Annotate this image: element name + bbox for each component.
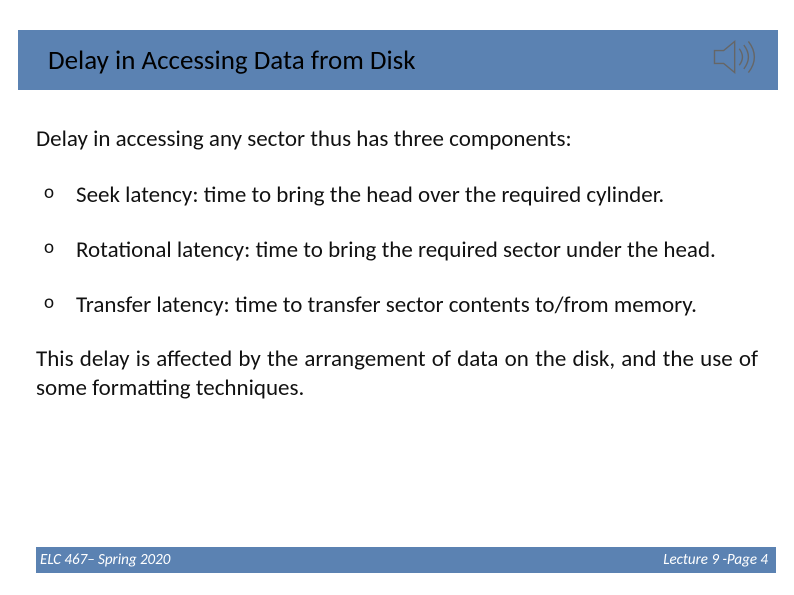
list-item: o Rotational latency: time to bring the … <box>36 236 758 265</box>
slide-title: Delay in Accessing Data from Disk <box>48 44 416 77</box>
slide: Delay in Accessing Data from Disk Delay … <box>0 0 794 595</box>
footer-right: Lecture 9 -Page 4 <box>663 551 768 569</box>
footer-left: ELC 467– Spring 2020 <box>40 551 170 569</box>
bullet-text: Rotational latency: time to bring the re… <box>76 236 716 264</box>
footer-bar: ELC 467– Spring 2020 Lecture 9 -Page 4 <box>36 547 776 573</box>
bullet-marker: o <box>44 291 54 315</box>
bullet-list: o Seek latency: time to bring the head o… <box>36 181 758 319</box>
title-bar: Delay in Accessing Data from Disk <box>18 30 778 90</box>
slide-content: Delay in accessing any sector thus has t… <box>36 125 758 403</box>
speaker-icon[interactable] <box>709 32 764 82</box>
list-item: o Transfer latency: time to transfer sec… <box>36 291 758 320</box>
bullet-text: Transfer latency: time to transfer secto… <box>76 291 697 319</box>
bullet-marker: o <box>44 236 54 260</box>
list-item: o Seek latency: time to bring the head o… <box>36 181 758 210</box>
bullet-text: Seek latency: time to bring the head ove… <box>76 181 664 209</box>
bullet-marker: o <box>44 181 54 205</box>
intro-text: Delay in accessing any sector thus has t… <box>36 125 758 153</box>
outro-text: This delay is affected by the arrangemen… <box>36 345 758 403</box>
